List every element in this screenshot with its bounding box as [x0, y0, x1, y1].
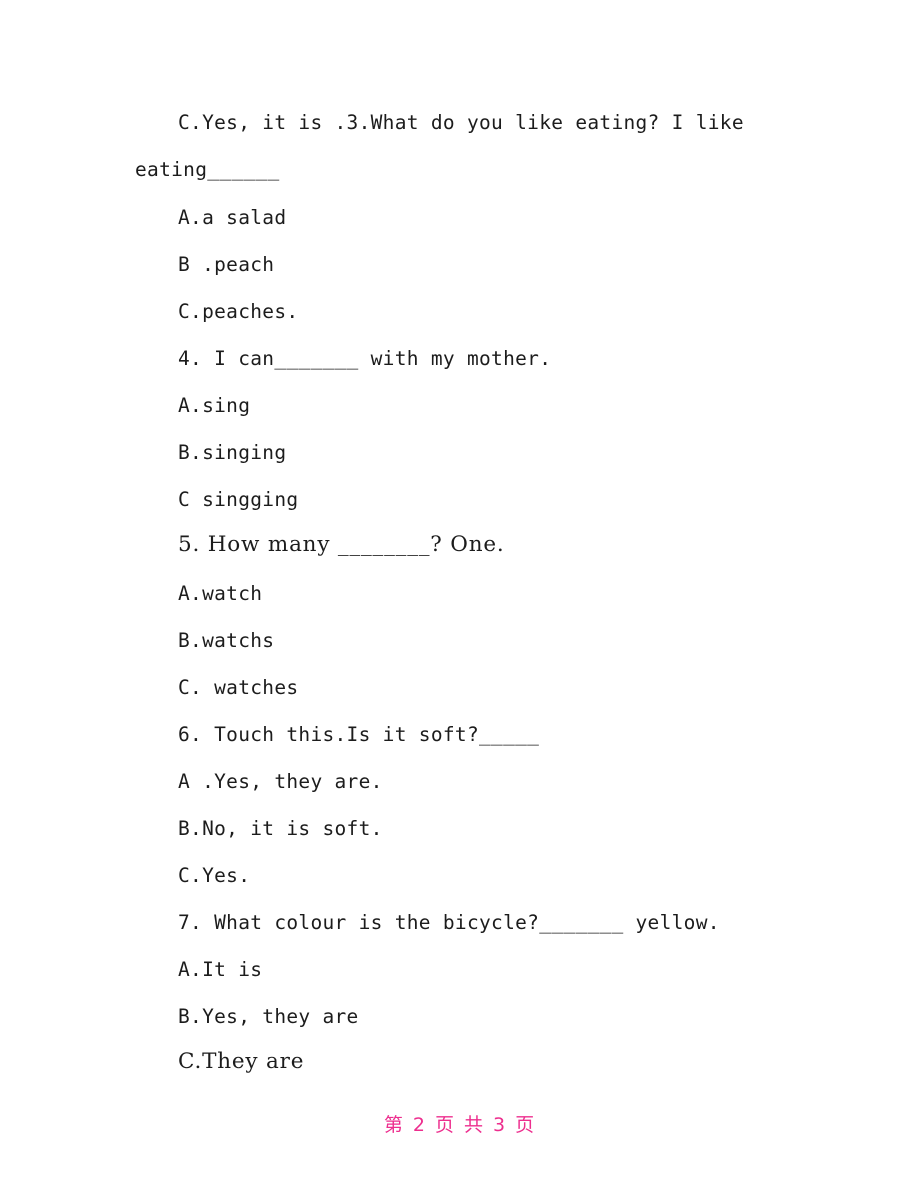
- question-4-option-a: A.sing: [178, 394, 251, 417]
- question-7-option-a: A.It is: [178, 958, 263, 981]
- question-3-option-b: B .peach: [178, 253, 275, 276]
- page-number-footer: 第 2 页 共 3 页: [383, 1114, 537, 1136]
- question-7-stem: 7. What colour is the bicycle?_______ ye…: [178, 911, 720, 934]
- question-6-stem: 6. Touch this.Is it soft?_____: [178, 723, 540, 746]
- question-6-option-a: A .Yes, they are.: [178, 770, 383, 793]
- question-7-option-b: B.Yes, they are: [178, 1005, 359, 1028]
- document-page: C.Yes, it is .3.What do you like eating?…: [0, 0, 920, 1191]
- question-5-option-b: B.watchs: [178, 629, 275, 652]
- question-5-option-c: C. watches: [178, 676, 299, 699]
- question-5-stem: 5. How many ________? One.: [178, 532, 505, 557]
- question-4-option-c: C singging: [178, 488, 299, 511]
- question-4-stem: 4. I can_______ with my mother.: [178, 347, 552, 370]
- question-4-option-b: B.singing: [178, 441, 287, 464]
- question-3-option-a: A.a salad: [178, 206, 287, 229]
- question-6-option-c: C.Yes.: [178, 864, 251, 887]
- question-3-option-c: C.peaches.: [178, 300, 299, 323]
- question-6-option-b: B.No, it is soft.: [178, 817, 383, 840]
- question-3-stem-line-2: eating______: [135, 158, 280, 181]
- question-5-option-a: A.watch: [178, 582, 263, 605]
- question-3-stem-line-1: C.Yes, it is .3.What do you like eating?…: [178, 111, 744, 134]
- question-7-option-c: C.They are: [178, 1049, 305, 1074]
